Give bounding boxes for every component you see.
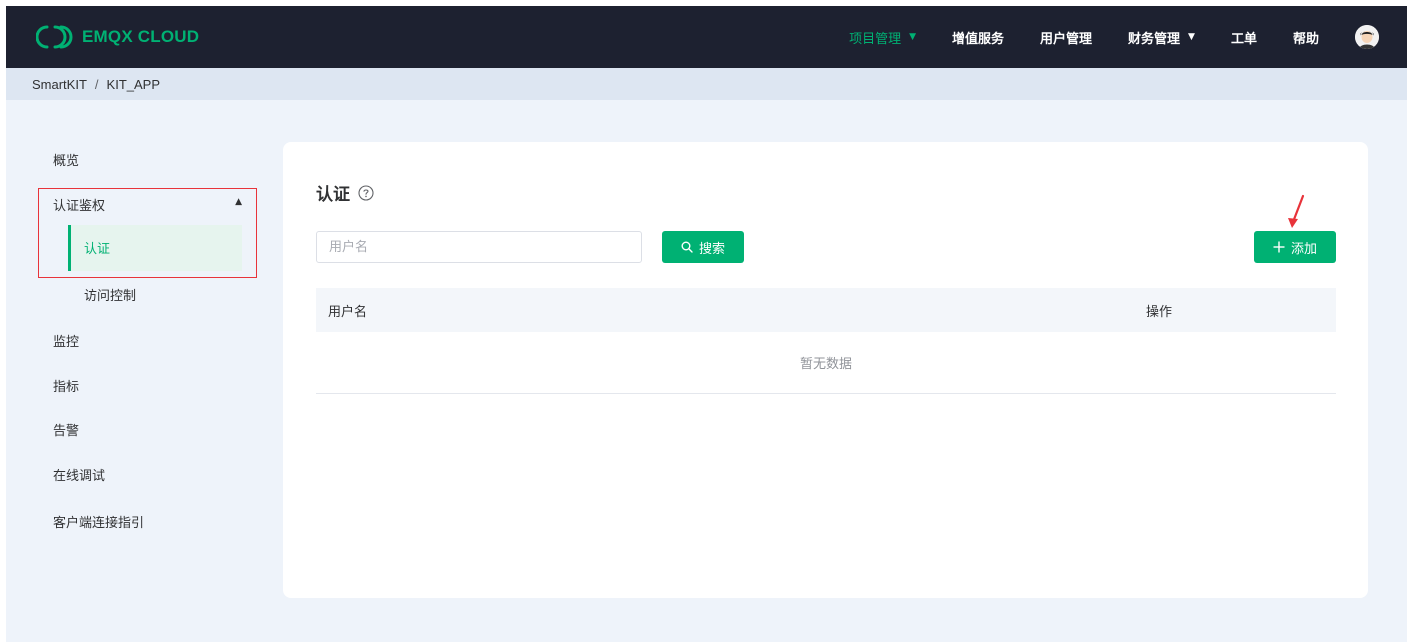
- brand-logo[interactable]: EMQX CLOUD: [36, 24, 199, 50]
- nav-item-value-added-services[interactable]: 增值服务: [952, 28, 1004, 47]
- app-root: EMQX CLOUD 项目管理 ▼ 增值服务 用户管理 财务管理 ▼ 工单 帮助: [6, 6, 1407, 642]
- question-circle-icon[interactable]: [358, 184, 374, 201]
- nav-item-project-management[interactable]: 项目管理 ▼: [849, 28, 916, 47]
- sidebar-group-auth-label[interactable]: 认证鉴权: [53, 195, 105, 214]
- caret-down-icon: ▼: [909, 32, 916, 42]
- plus-icon: [1273, 241, 1285, 253]
- breadcrumb: SmartKIT / KIT_APP: [6, 68, 1407, 100]
- sidebar-group-auth: 认证鉴权 ▲ 认证: [38, 188, 257, 278]
- sidebar-item-monitoring[interactable]: 监控: [53, 331, 79, 350]
- username-search-input[interactable]: [316, 231, 642, 263]
- nav-item-label: 增值服务: [952, 31, 1005, 47]
- add-button[interactable]: 添加: [1254, 231, 1336, 263]
- add-button-label: 添加: [1290, 241, 1317, 257]
- breadcrumb-separator: /: [94, 76, 99, 92]
- caret-down-icon: ▼: [1188, 32, 1195, 42]
- caret-up-icon[interactable]: ▲: [235, 197, 242, 207]
- nav-item-label: 用户管理: [1040, 31, 1093, 47]
- sidebar-item-online-debug[interactable]: 在线调试: [53, 465, 105, 484]
- sidebar-item-client-guide[interactable]: 客户端连接指引: [53, 512, 144, 531]
- avatar-face-icon: [1355, 25, 1379, 49]
- nav-item-label: 项目管理: [849, 31, 902, 47]
- page-title-row: 认证: [316, 180, 374, 205]
- search-icon: [681, 241, 693, 253]
- main-card: 认证 搜索 添加: [283, 142, 1368, 598]
- top-navbar: EMQX CLOUD 项目管理 ▼ 增值服务 用户管理 财务管理 ▼ 工单 帮助: [6, 6, 1407, 68]
- sidebar-item-access-control[interactable]: 访问控制: [84, 285, 136, 304]
- column-header-username: 用户名: [328, 304, 368, 320]
- search-button[interactable]: 搜索: [662, 231, 744, 263]
- sidebar-item-label: 认证: [84, 242, 111, 257]
- emqx-logo-icon: [36, 25, 73, 49]
- nav-item-label: 财务管理: [1128, 31, 1181, 47]
- sidebar-item-metrics[interactable]: 指标: [53, 376, 79, 395]
- nav-item-help[interactable]: 帮助: [1293, 28, 1319, 47]
- column-header-actions: 操作: [1146, 304, 1173, 320]
- table-header: 用户名 操作: [316, 288, 1336, 332]
- breadcrumb-app: KIT_APP: [106, 76, 160, 92]
- nav-item-label: 工单: [1230, 31, 1257, 47]
- sidebar-item-overview[interactable]: 概览: [53, 150, 79, 169]
- nav-item-user-management[interactable]: 用户管理: [1040, 28, 1092, 47]
- nav-item-finance-management[interactable]: 财务管理 ▼: [1128, 28, 1195, 47]
- sidebar-item-authentication[interactable]: 认证: [68, 225, 242, 271]
- sidebar-item-alerts[interactable]: 告警: [53, 420, 79, 439]
- red-arrow-annotation-icon: [1288, 194, 1305, 228]
- user-avatar-icon[interactable]: [1355, 25, 1379, 49]
- breadcrumb-project[interactable]: SmartKIT: [32, 77, 87, 92]
- auth-table: 用户名 操作 暂无数据: [316, 288, 1336, 394]
- table-empty-state: 暂无数据: [316, 332, 1336, 394]
- main-nav: 项目管理 ▼ 增值服务 用户管理 财务管理 ▼ 工单 帮助: [813, 6, 1407, 68]
- search-button-label: 搜索: [698, 241, 725, 257]
- nav-item-tickets[interactable]: 工单: [1231, 28, 1257, 47]
- page-title: 认证: [316, 185, 350, 205]
- brand-name: EMQX CLOUD: [82, 27, 200, 46]
- nav-item-label: 帮助: [1292, 31, 1319, 47]
